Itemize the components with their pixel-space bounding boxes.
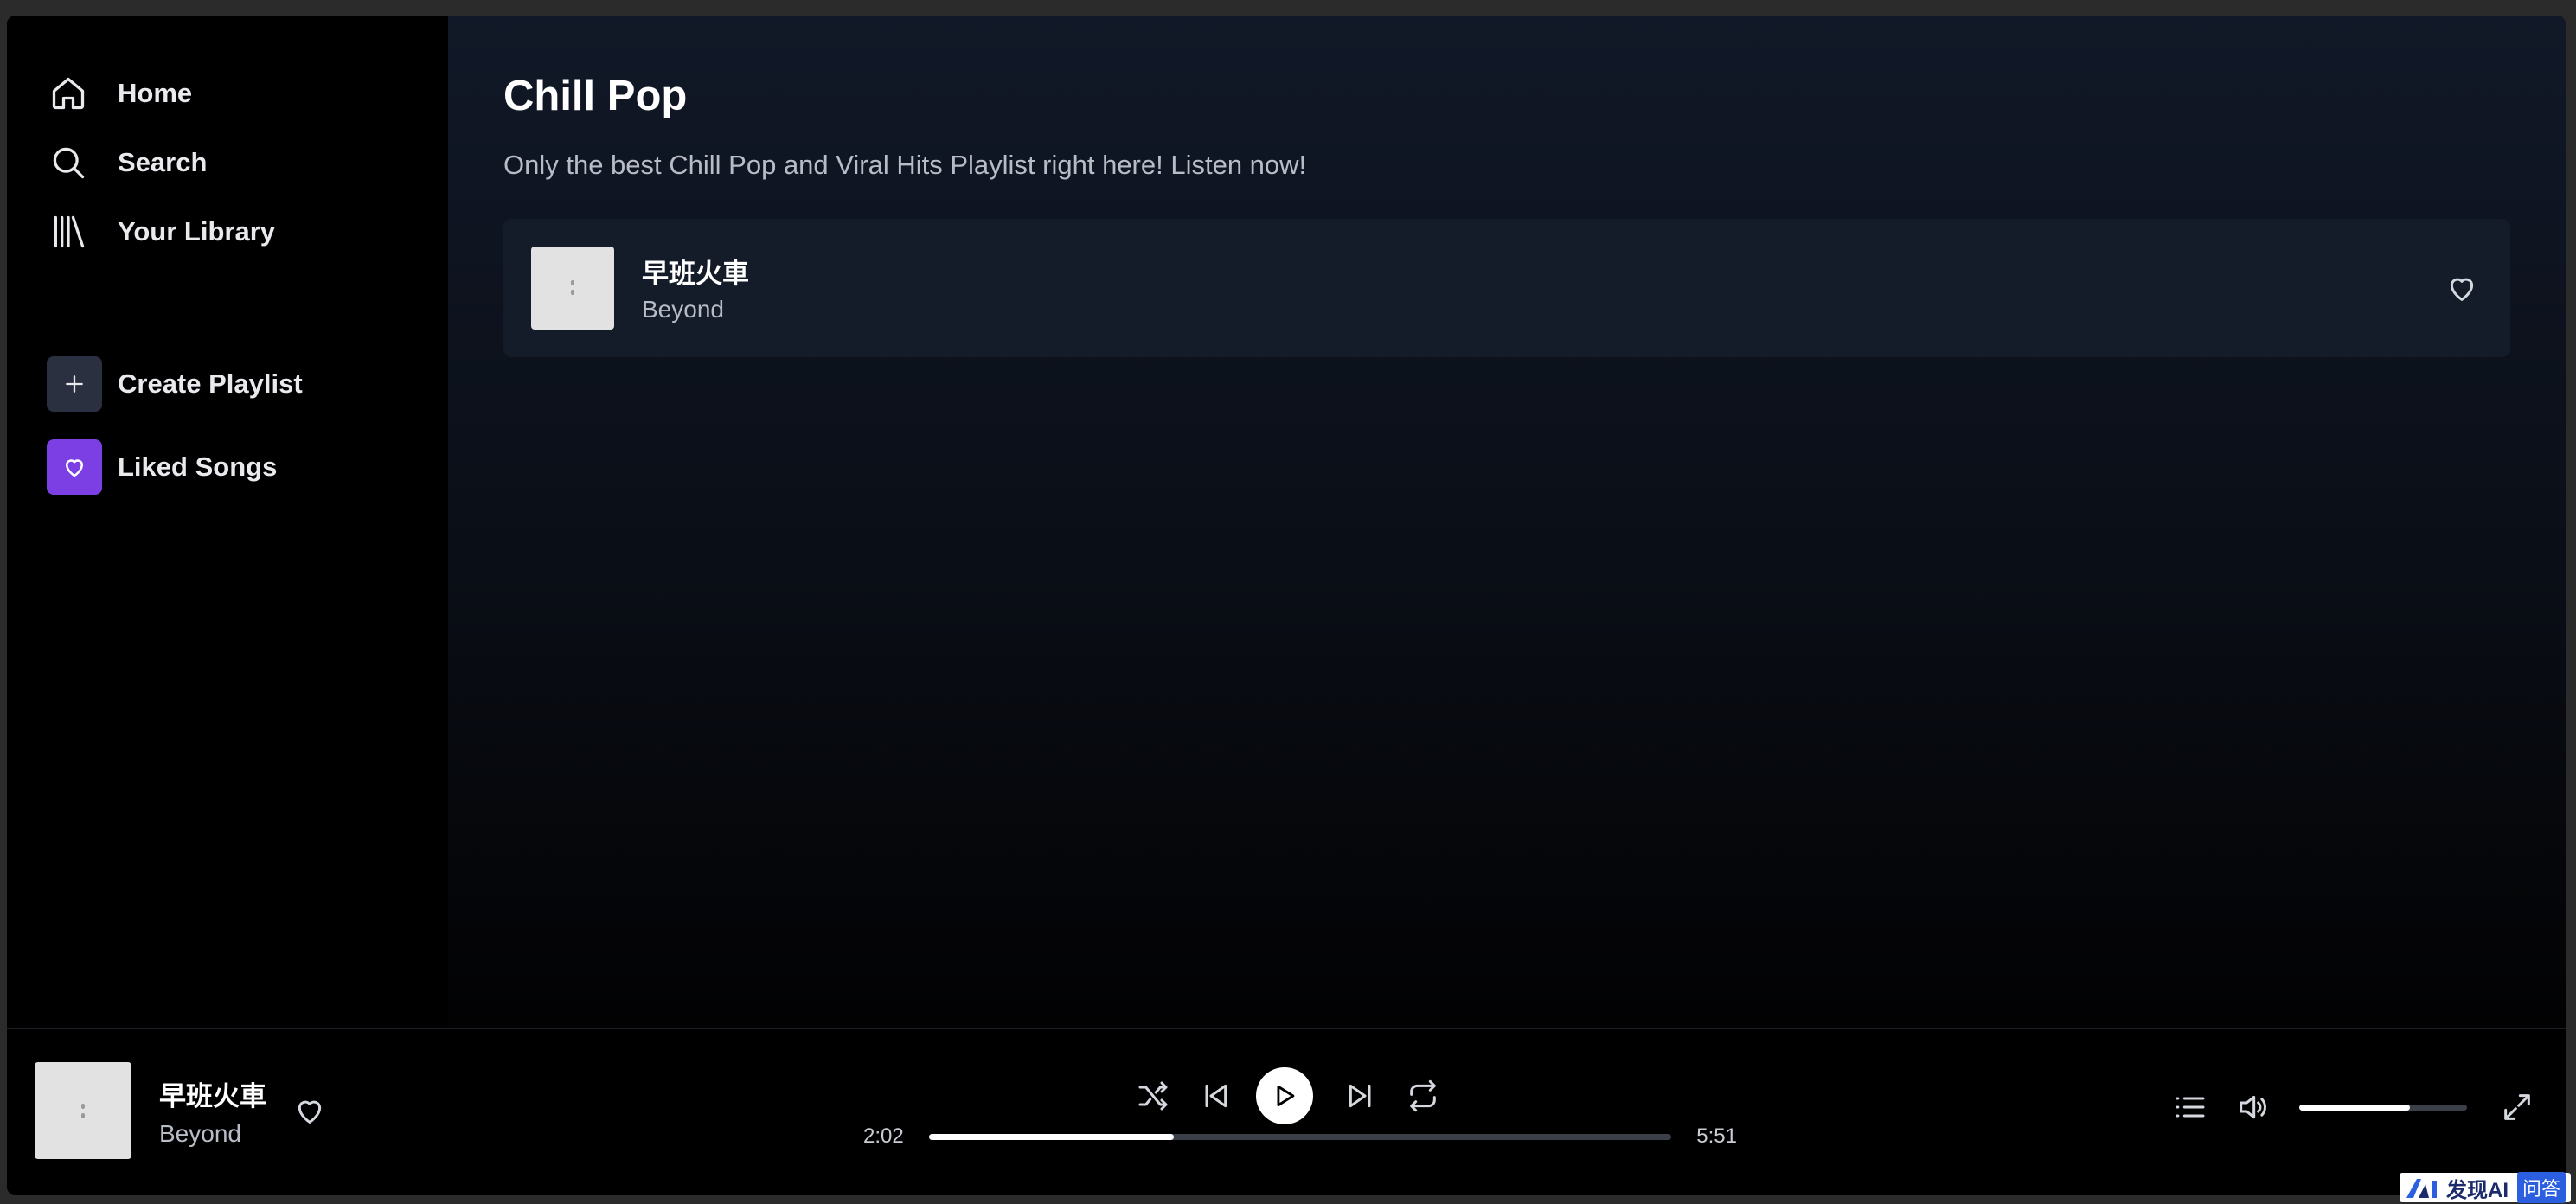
shuffle-icon	[1138, 1081, 1168, 1111]
elapsed-time: 2:02	[863, 1124, 904, 1148]
next-icon	[1349, 1084, 1371, 1108]
sidebar-item-label: Your Library	[118, 216, 276, 247]
fullscreen-icon	[2504, 1094, 2530, 1120]
player-bar: 早班火車 Beyond 2:02 5:51	[7, 1028, 2566, 1195]
sidebar-item-home[interactable]: Home	[7, 59, 448, 128]
library-icon	[47, 210, 90, 253]
repeat-icon	[1410, 1079, 1436, 1112]
total-duration: 5:51	[1696, 1124, 1737, 1148]
fullscreen-button[interactable]	[2496, 1086, 2538, 1128]
liked-songs-label: Liked Songs	[118, 452, 278, 482]
playlist-description: Only the best Chill Pop and Viral Hits P…	[503, 149, 1307, 180]
create-playlist-button[interactable]: Create Playlist	[7, 343, 448, 426]
progress-bar[interactable]	[929, 1133, 1671, 1140]
playback-progress: 2:02 5:51	[863, 1124, 1737, 1149]
watermark-logo-icon	[2406, 1179, 2437, 1198]
track-artist: Beyond	[642, 296, 724, 323]
volume-button[interactable]	[2232, 1086, 2273, 1128]
plus-icon	[47, 356, 102, 412]
shuffle-button[interactable]	[1131, 1074, 1175, 1118]
like-now-playing-button[interactable]	[289, 1090, 330, 1131]
sidebar: Home Search Your Library Create Playlist…	[7, 16, 448, 1028]
playlist-view: Chill Pop Only the best Chill Pop and Vi…	[448, 16, 2566, 1028]
progress-fill	[929, 1133, 1175, 1140]
cover-placeholder-icon	[571, 280, 574, 296]
like-track-button[interactable]	[2441, 267, 2483, 309]
play-button[interactable]	[1256, 1067, 1313, 1124]
album-cover	[531, 246, 614, 330]
cover-placeholder-icon	[81, 1103, 85, 1118]
page-title: Chill Pop	[503, 73, 688, 119]
now-playing-cover	[35, 1062, 131, 1159]
liked-songs-button[interactable]: Liked Songs	[7, 426, 448, 509]
track-info: 早班火車 Beyond	[642, 252, 2441, 323]
now-playing: 早班火車 Beyond	[35, 1062, 330, 1159]
watermark-badge: 问答	[2516, 1172, 2566, 1203]
app-window: Home Search Your Library Create Playlist…	[7, 16, 2566, 1195]
queue-button[interactable]	[2169, 1086, 2211, 1128]
extra-controls	[2169, 1086, 2538, 1128]
queue-icon	[2176, 1097, 2205, 1118]
heart-icon	[47, 439, 102, 495]
heart-outline-icon	[298, 1100, 322, 1124]
track-row[interactable]: 早班火車 Beyond	[503, 218, 2510, 357]
watermark: 发现AI 问答	[2399, 1172, 2571, 1203]
volume-fill	[2299, 1104, 2411, 1111]
sidebar-item-search[interactable]: Search	[7, 128, 448, 197]
heart-outline-icon	[2450, 278, 2474, 301]
watermark-text: 发现AI	[2445, 1178, 2509, 1202]
previous-icon	[1205, 1084, 1227, 1108]
home-icon	[47, 72, 90, 115]
now-playing-title: 早班火車	[159, 1080, 266, 1111]
next-button[interactable]	[1339, 1074, 1382, 1118]
play-icon	[1277, 1085, 1295, 1107]
volume-icon	[2240, 1095, 2266, 1119]
create-playlist-label: Create Playlist	[118, 368, 303, 399]
volume-slider[interactable]	[2299, 1104, 2467, 1111]
search-icon	[47, 141, 90, 184]
repeat-button[interactable]	[1401, 1074, 1445, 1118]
sidebar-item-library[interactable]: Your Library	[7, 197, 448, 266]
sidebar-item-label: Search	[118, 147, 208, 177]
playback-controls	[1131, 1067, 1445, 1124]
now-playing-artist: Beyond	[159, 1119, 241, 1147]
sidebar-item-label: Home	[118, 78, 193, 108]
track-title: 早班火車	[642, 259, 749, 290]
previous-button[interactable]	[1194, 1074, 1237, 1118]
now-playing-info: 早班火車 Beyond	[159, 1074, 266, 1148]
